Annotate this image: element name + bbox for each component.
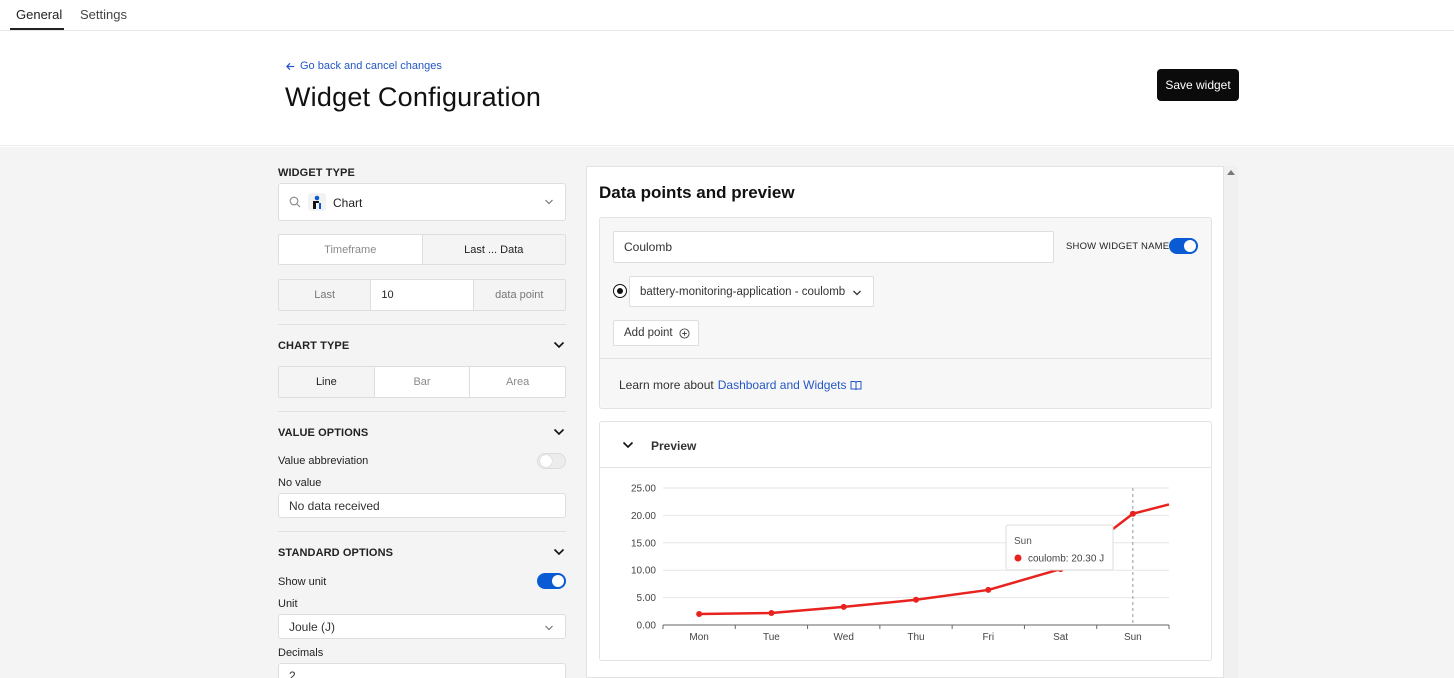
last-suffix: data point: [473, 280, 565, 310]
chevron-down-icon[interactable]: [621, 438, 635, 452]
y-tick-label: 25.00: [631, 484, 656, 495]
chevron-down-icon[interactable]: [552, 545, 566, 559]
data-points-title: Data points and preview: [599, 183, 795, 202]
learn-more-prefix: Learn more about: [619, 378, 714, 392]
learn-more-text: Learn more about Dashboard and Widgets: [619, 378, 862, 392]
y-tick-label: 20.00: [631, 511, 656, 522]
widget-name-input[interactable]: Coulomb: [613, 231, 1054, 263]
no-value-label: No value: [278, 477, 322, 489]
data-point: [913, 596, 919, 603]
show-widget-name-toggle[interactable]: [1169, 238, 1198, 254]
preview-header: Preview: [600, 422, 1211, 468]
range-mode-timeframe[interactable]: Timeframe: [279, 235, 423, 264]
widget-type-value: Chart: [333, 196, 363, 210]
chart-type-area[interactable]: Area: [470, 367, 565, 397]
data-points-card: Coulomb SHOW WIDGET NAME battery-monitor…: [599, 217, 1212, 409]
x-tick-label: Sun: [1124, 632, 1142, 643]
preview-card: Preview 0.00 5.00 10.00 15.00 20.00 25.00 Mon T…: [599, 421, 1212, 661]
arrow-left-icon: [285, 62, 295, 70]
x-tick-label: Tue: [763, 632, 780, 643]
page-title: Widget Configuration: [285, 82, 542, 112]
chevron-down-icon[interactable]: [552, 338, 566, 352]
unit-label: Unit: [278, 598, 298, 610]
chevron-down-icon: [545, 199, 553, 205]
plus-circle-icon: [679, 327, 690, 339]
data-point: [840, 603, 847, 610]
unit-select[interactable]: Joule (J): [278, 614, 566, 639]
section-divider: [278, 324, 566, 325]
save-widget-button[interactable]: Save widget: [1157, 69, 1239, 101]
chevron-down-icon[interactable]: [552, 425, 566, 439]
add-point-label: Add point: [624, 327, 673, 339]
data-point-radio[interactable]: [613, 284, 627, 298]
page-header: Go back and cancel changes Widget Config…: [0, 31, 1454, 146]
tooltip-title: Sun: [1014, 536, 1032, 547]
widget-type-label: WIDGET TYPE: [278, 167, 355, 179]
y-tick-label: 15.00: [631, 538, 656, 549]
preview-line-chart: 0.00 5.00 10.00 15.00 20.00 25.00 Mon Tue Wed Thu…: [631, 484, 1170, 643]
show-widget-name-label: SHOW WIDGET NAME: [1066, 241, 1170, 252]
active-tab-indicator: [10, 28, 64, 30]
tooltip-label: coulomb: 20.30 J: [1028, 554, 1104, 565]
tab-general[interactable]: General: [16, 7, 62, 22]
value-abbreviation-label: Value abbreviation: [278, 455, 369, 467]
last-count-input[interactable]: 10: [371, 280, 474, 310]
chart-type-label: CHART TYPE: [278, 340, 350, 352]
preview-title: Preview: [651, 439, 697, 453]
range-mode-toggle: Timeframe Last ... Data: [278, 234, 566, 265]
standard-options-label: STANDARD OPTIONS: [278, 547, 394, 559]
dashboard-widgets-link[interactable]: Dashboard and Widgets: [718, 378, 847, 392]
no-value-input[interactable]: No data received: [278, 493, 566, 518]
last-data-points-field: Last 10 data point: [278, 279, 566, 311]
tooltip-marker: [1014, 554, 1022, 562]
x-tick-label: Sat: [1053, 632, 1068, 643]
data-point: [696, 611, 703, 618]
chart-type-line[interactable]: Line: [279, 367, 375, 397]
data-point-select[interactable]: battery-monitoring-application - coulomb: [629, 276, 874, 307]
decimals-label: Decimals: [278, 647, 324, 659]
data-points-panel: Data points and preview Coulomb SHOW WID…: [586, 166, 1224, 678]
top-tab-bar: General Settings: [0, 0, 1454, 31]
y-tick-label: 0.00: [637, 621, 657, 632]
search-icon: [289, 196, 301, 208]
x-tick-label: Fri: [982, 632, 994, 643]
data-point: [768, 609, 775, 616]
chevron-down-icon: [545, 625, 553, 631]
last-prefix: Last: [279, 280, 372, 310]
show-unit-label: Show unit: [278, 576, 327, 588]
tab-settings[interactable]: Settings: [80, 7, 127, 22]
back-link-label: Go back and cancel changes: [300, 60, 442, 72]
config-body: WIDGET TYPE Chart Timeframe Last ... Dat…: [0, 147, 1454, 678]
y-tick-label: 10.00: [631, 566, 656, 577]
section-divider: [278, 531, 566, 532]
x-tick-label: Thu: [907, 632, 924, 643]
widget-type-select[interactable]: Chart: [278, 183, 566, 221]
back-link[interactable]: Go back and cancel changes: [285, 60, 442, 72]
data-point: [1129, 510, 1136, 517]
data-point: [985, 586, 992, 593]
panel-scrollbar[interactable]: [1224, 166, 1238, 678]
range-mode-last-data[interactable]: Last ... Data: [422, 235, 565, 264]
y-tick-label: 5.00: [637, 593, 657, 604]
section-divider: [278, 411, 566, 412]
chart-type-selector: Line Bar Area: [278, 366, 566, 398]
decimals-input[interactable]: 2: [278, 663, 566, 678]
show-unit-toggle[interactable]: [537, 573, 566, 589]
x-tick-label: Mon: [689, 632, 708, 643]
data-point-value: battery-monitoring-application - coulomb: [640, 285, 846, 298]
chevron-down-icon: [853, 290, 861, 296]
unit-value: Joule (J): [289, 619, 336, 634]
add-point-button[interactable]: Add point: [613, 320, 699, 346]
x-tick-label: Wed: [834, 632, 854, 643]
book-icon[interactable]: [850, 380, 862, 391]
scroll-up-arrow[interactable]: [1227, 170, 1235, 175]
value-abbreviation-toggle[interactable]: [537, 453, 566, 469]
card-divider: [600, 358, 1211, 359]
value-options-label: VALUE OPTIONS: [278, 427, 369, 439]
chart-type-bar[interactable]: Bar: [375, 367, 471, 397]
chart-logo-icon: [308, 193, 326, 211]
